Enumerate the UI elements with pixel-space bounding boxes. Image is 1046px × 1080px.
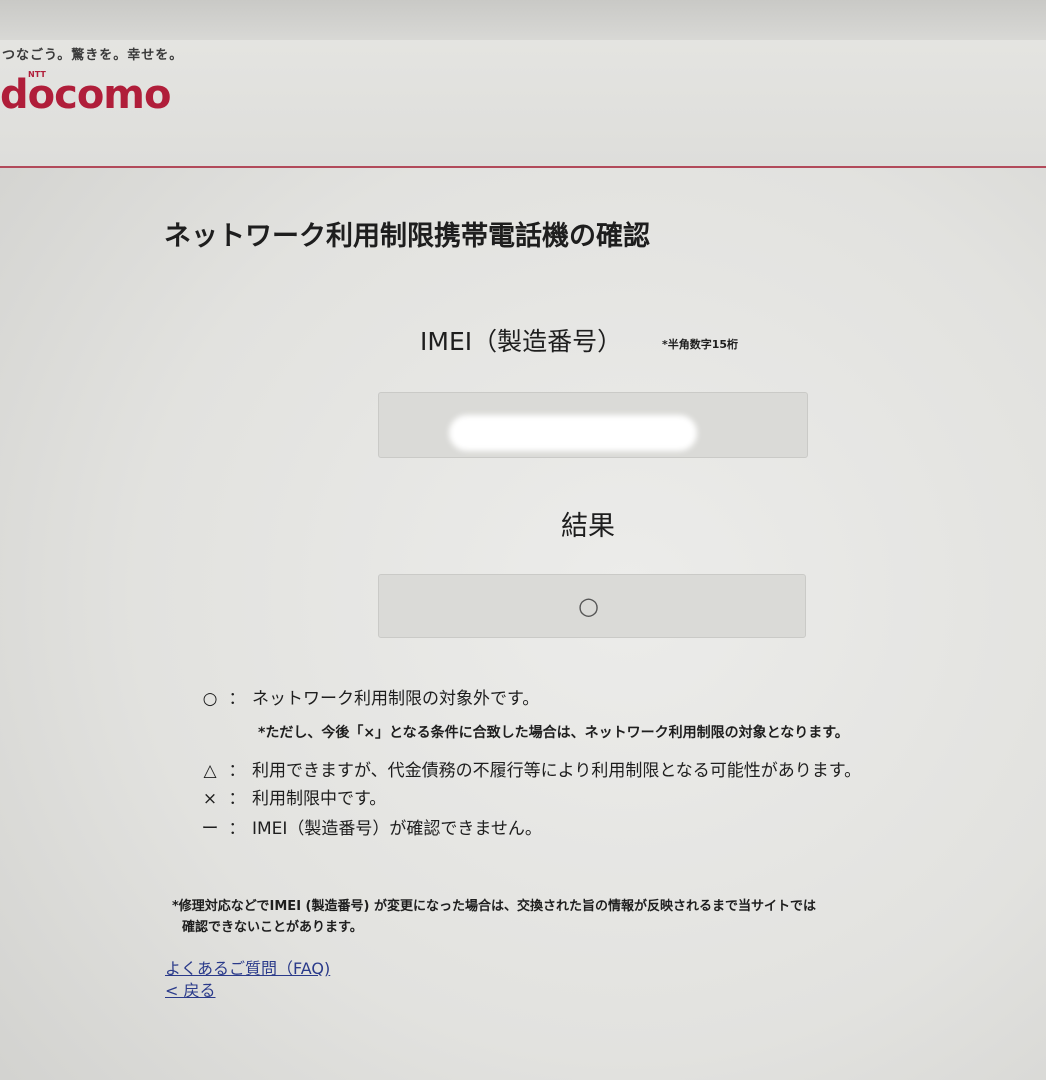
legend-colon: ：	[228, 689, 246, 709]
legend-item-dash: ー ： IMEI（製造番号）が確認できません。	[198, 814, 542, 839]
circle-icon: ○	[202, 689, 218, 709]
legend-text: IMEI（製造番号）が確認できません。	[252, 819, 542, 839]
legend-colon: ：	[228, 761, 246, 781]
back-link[interactable]: < 戻る	[165, 977, 216, 1001]
legend-item-triangle: △ ： 利用できますが、代金債務の不履行等により利用制限となる可能性があります。	[198, 756, 861, 781]
triangle-icon: △	[203, 761, 217, 781]
dash-icon: ー	[201, 819, 219, 839]
cross-icon: ×	[202, 789, 218, 809]
result-field: ○	[378, 574, 806, 638]
screen: つなごう。驚きを。幸せを。 NTT docomo ネットワーク利用制限携帯電話機…	[0, 0, 1046, 1080]
legend-colon: ：	[228, 789, 246, 809]
result-label: 結果	[561, 511, 615, 542]
footnote-line: *修理対応などでIMEI (製造番号) が変更になった場合は、交換された旨の情報…	[172, 899, 816, 914]
legend-colon: ：	[228, 819, 246, 839]
footnote-line: 確認できないことがあります。	[182, 920, 363, 935]
docomo-logo[interactable]: docomo	[0, 72, 171, 118]
legend-note: *ただし、今後「×」となる条件に合致した場合は、ネットワーク利用制限の対象となり…	[258, 725, 849, 741]
page-title: ネットワーク利用制限携帯電話機の確認	[164, 221, 650, 252]
legend-text: 利用制限中です。	[252, 789, 387, 809]
imei-note: *半角数字15桁	[662, 338, 739, 351]
imei-label: IMEI（製造番号）	[420, 327, 623, 356]
legend-item-cross: × ： 利用制限中です。	[198, 784, 386, 809]
footnote: *修理対応などでIMEI (製造番号) が変更になった場合は、交換された旨の情報…	[172, 896, 816, 938]
tagline: つなごう。驚きを。幸せを。	[2, 48, 184, 63]
redacted-imei-value	[449, 415, 697, 451]
legend-item-circle: ○ ： ネットワーク利用制限の対象外です。	[198, 684, 540, 709]
faq-link[interactable]: よくあるご質問（FAQ)	[165, 955, 330, 979]
imei-field[interactable]	[378, 392, 808, 458]
legend-text: ネットワーク利用制限の対象外です。	[252, 689, 540, 709]
result-circle-icon: ○	[578, 592, 599, 620]
top-bezel	[0, 0, 1046, 40]
legend-text: 利用できますが、代金債務の不履行等により利用制限となる可能性があります。	[252, 761, 862, 781]
